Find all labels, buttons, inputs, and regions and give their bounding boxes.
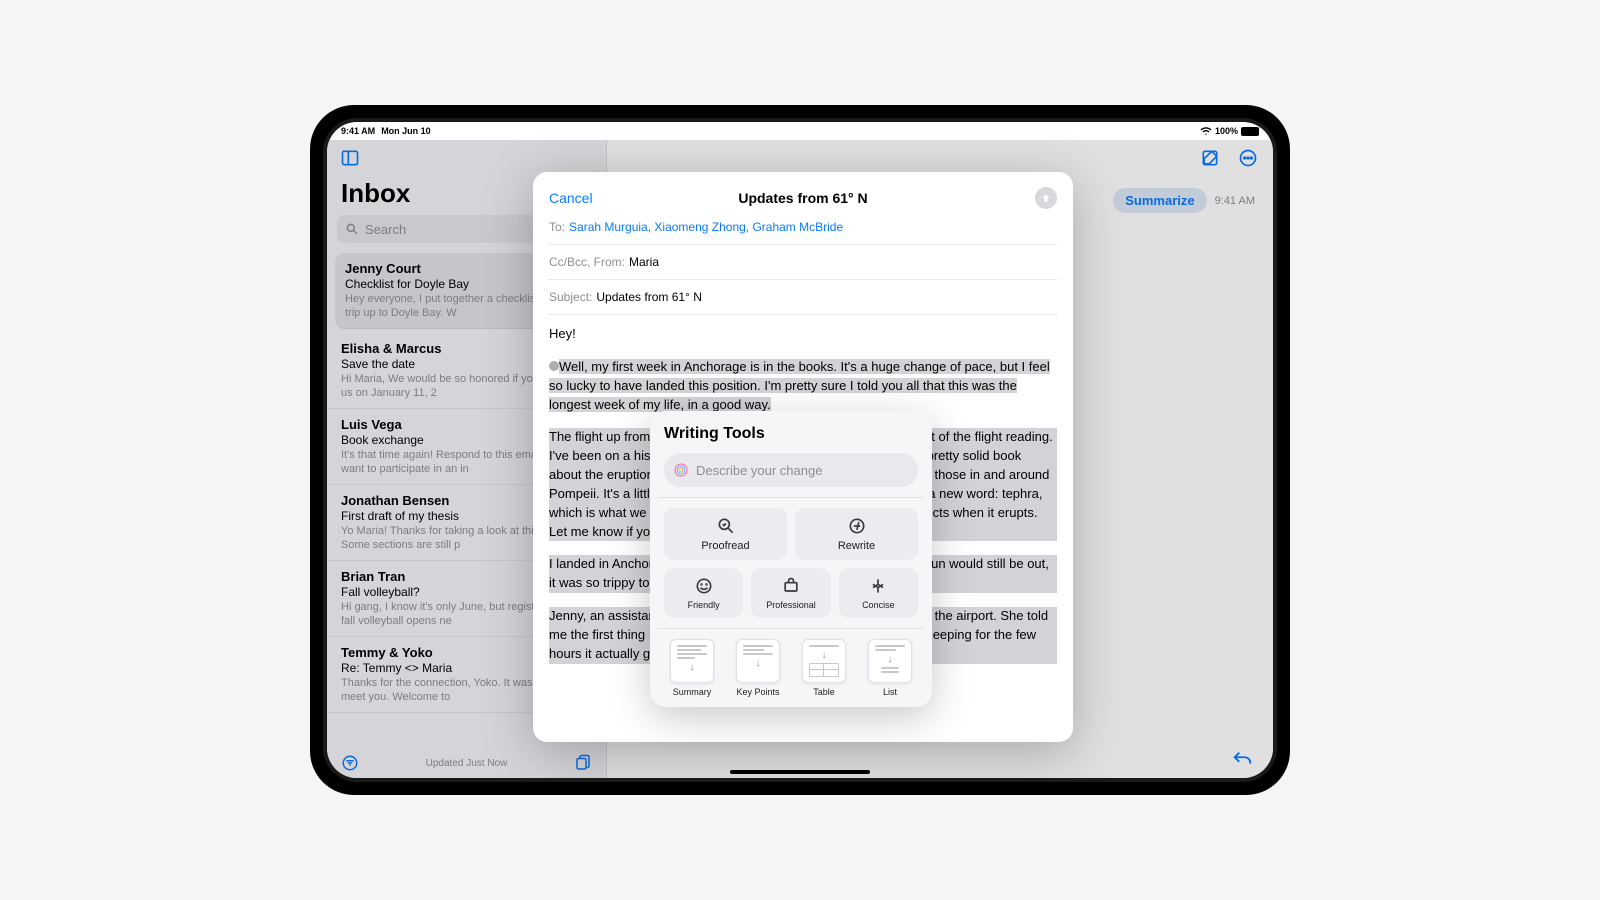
selection-handle-icon[interactable] (549, 361, 559, 371)
summary-label: Summary (673, 687, 712, 697)
content-toolbar (607, 140, 1273, 176)
professional-button[interactable]: Professional (751, 568, 830, 618)
status-date: Mon Jun 10 (381, 126, 431, 136)
keypoints-button[interactable]: ↓ Key Points (730, 639, 786, 697)
sidebar-toggle-icon[interactable] (337, 145, 363, 171)
table-button[interactable]: ↓ Table (796, 639, 852, 697)
cc-value: Maria (629, 255, 659, 269)
keypoints-icon: ↓ (736, 639, 780, 683)
summary-icon: ↓ (670, 639, 714, 683)
intelligence-icon (672, 461, 690, 479)
rewrite-icon (847, 516, 867, 536)
body-p1: Well, my first week in Anchorage is in t… (549, 358, 1057, 415)
professional-label: Professional (766, 600, 816, 610)
status-bar: 9:41 AM Mon Jun 10 100% (327, 122, 1273, 140)
compose-title: Updates from 61° N (549, 190, 1057, 206)
concise-label: Concise (862, 600, 895, 610)
list-icon: ↓ (868, 639, 912, 683)
subject-field[interactable]: Subject: Updates from 61° N (549, 280, 1057, 315)
filter-icon[interactable] (337, 750, 363, 776)
send-button[interactable] (1035, 187, 1057, 209)
wifi-icon (1200, 125, 1212, 137)
subject-value: Updates from 61° N (596, 290, 702, 304)
concise-button[interactable]: Concise (839, 568, 918, 618)
keypoints-label: Key Points (736, 687, 779, 697)
updated-label: Updated Just Now (363, 758, 570, 769)
friendly-label: Friendly (688, 600, 720, 610)
battery-percent: 100% (1215, 126, 1238, 136)
device-rim: 9:41 AM Mon Jun 10 100% Inbox Search Jen… (323, 118, 1277, 782)
summarize-button[interactable]: Summarize (1113, 188, 1206, 213)
proofread-label: Proofread (701, 540, 749, 552)
search-icon (345, 222, 359, 236)
screen: 9:41 AM Mon Jun 10 100% Inbox Search Jen… (327, 122, 1273, 778)
reply-icon[interactable] (1229, 747, 1255, 773)
battery-icon (1241, 127, 1259, 136)
to-label: To: (549, 220, 565, 234)
friendly-icon (694, 576, 714, 596)
home-indicator[interactable] (730, 770, 870, 774)
concise-icon (868, 576, 888, 596)
professional-icon (781, 576, 801, 596)
describe-input[interactable]: Describe your change (664, 453, 918, 487)
sidebar-toolbar (327, 140, 606, 176)
summary-button[interactable]: ↓ Summary (664, 639, 720, 697)
proofread-button[interactable]: Proofread (664, 508, 787, 560)
list-button[interactable]: ↓ List (862, 639, 918, 697)
body-greeting: Hey! (549, 325, 1057, 344)
table-label: Table (813, 687, 835, 697)
window-icon[interactable] (570, 750, 596, 776)
to-field[interactable]: To: Sarah Murguia, Xiaomeng Zhong, Graha… (549, 210, 1057, 245)
sidebar-footer: Updated Just Now (327, 748, 606, 778)
more-icon[interactable] (1235, 145, 1261, 171)
describe-placeholder: Describe your change (696, 463, 822, 478)
compose-icon[interactable] (1197, 145, 1223, 171)
rewrite-button[interactable]: Rewrite (795, 508, 918, 560)
list-label: List (883, 687, 897, 697)
to-recipients: Sarah Murguia, Xiaomeng Zhong, Graham Mc… (569, 220, 843, 234)
friendly-button[interactable]: Friendly (664, 568, 743, 618)
ipad-device: 9:41 AM Mon Jun 10 100% Inbox Search Jen… (310, 105, 1290, 795)
subject-label: Subject: (549, 290, 592, 304)
cc-field[interactable]: Cc/Bcc, From: Maria (549, 245, 1057, 280)
status-time: 9:41 AM (341, 126, 375, 136)
cc-label: Cc/Bcc, From: (549, 255, 625, 269)
message-time: 9:41 AM (1215, 195, 1255, 207)
rewrite-label: Rewrite (838, 540, 875, 552)
separator (658, 628, 924, 629)
writing-tools-title: Writing Tools (664, 425, 918, 443)
table-icon: ↓ (802, 639, 846, 683)
separator (658, 497, 924, 498)
proofread-icon (716, 516, 736, 536)
writing-tools-popover: Writing Tools Describe your change Proof… (650, 411, 932, 707)
search-placeholder: Search (365, 222, 406, 237)
